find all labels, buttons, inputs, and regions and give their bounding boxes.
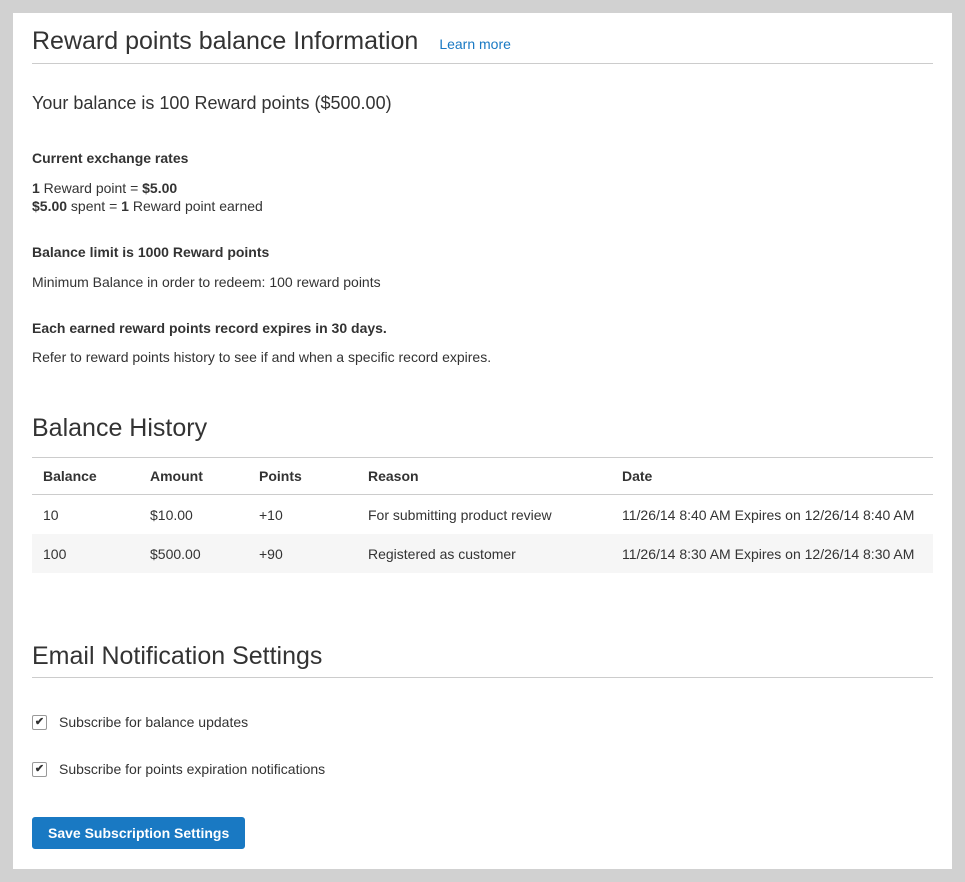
balance-updates-label[interactable]: Subscribe for balance updates [59,713,248,731]
balance-limit-text: Balance limit is 1000 Reward points [32,243,933,261]
points-expiration-checkbox[interactable]: ✔ [32,762,47,777]
balance-history-heading: Balance History [32,412,933,445]
balance-history-table: Balance Amount Points Reason Date 10 $10… [32,457,933,573]
cell-balance: 10 [32,495,139,535]
cell-balance: 100 [32,534,139,573]
checkmark-icon: ✔ [35,717,44,728]
page-header: Reward points balance Information Learn … [32,25,933,58]
table-header-row: Balance Amount Points Reason Date [32,458,933,495]
min-redeem-text: Minimum Balance in order to redeem: 100 … [32,273,933,291]
email-settings-heading: Email Notification Settings [32,640,933,673]
email-settings-divider [32,677,933,678]
cell-date: 11/26/14 8:30 AM Expires on 12/26/14 8:3… [611,534,933,573]
cell-points: +90 [248,534,357,573]
expiration-hint: Refer to reward points history to see if… [32,348,933,366]
column-header-balance: Balance [32,458,139,495]
balance-updates-option: ✔ Subscribe for balance updates [32,713,933,731]
column-header-reason: Reason [357,458,611,495]
expiration-notice: Each earned reward points record expires… [32,319,933,337]
cell-date: 11/26/14 8:40 AM Expires on 12/26/14 8:4… [611,495,933,535]
column-header-amount: Amount [139,458,248,495]
balance-updates-checkbox[interactable]: ✔ [32,715,47,730]
column-header-date: Date [611,458,933,495]
page-title: Reward points balance Information [32,25,418,58]
cell-reason: For submitting product review [357,495,611,535]
rate-line-points-to-currency: 1 Reward point = $5.00 [32,180,177,196]
checkmark-icon: ✔ [35,764,44,775]
points-expiration-option: ✔ Subscribe for points expiration notifi… [32,760,933,778]
save-subscription-settings-button[interactable]: Save Subscription Settings [32,817,245,849]
exchange-rates-lines: 1 Reward point = $5.00 $5.00 spent = 1 R… [32,179,933,215]
learn-more-link[interactable]: Learn more [439,36,511,52]
table-row: 10 $10.00 +10 For submitting product rev… [32,495,933,535]
balance-summary: Your balance is 100 Reward points ($500.… [32,92,933,114]
points-expiration-label[interactable]: Subscribe for points expiration notifica… [59,760,325,778]
cell-amount: $500.00 [139,534,248,573]
cell-points: +10 [248,495,357,535]
cell-amount: $10.00 [139,495,248,535]
exchange-rates-heading: Current exchange rates [32,149,933,167]
cell-reason: Registered as customer [357,534,611,573]
rate-line-currency-to-points: $5.00 spent = 1 Reward point earned [32,198,263,214]
header-divider [32,63,933,64]
column-header-points: Points [248,458,357,495]
table-row: 100 $500.00 +90 Registered as customer 1… [32,534,933,573]
reward-points-page: Reward points balance Information Learn … [13,13,952,869]
